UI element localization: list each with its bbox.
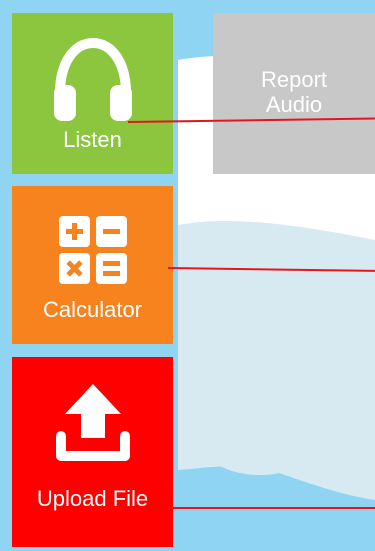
- upload-icon: [55, 384, 130, 461]
- headphones-icon: [53, 37, 132, 121]
- calculator-label: Calculator: [42, 297, 143, 322]
- upload-pointer-line: [168, 507, 375, 509]
- report-audio-label: Report Audio: [260, 67, 328, 117]
- listen-label: Listen: [63, 127, 122, 152]
- calculator-icon: [58, 216, 127, 284]
- report-audio-button[interactable]: Report Audio: [213, 13, 375, 174]
- upload-file-label: Upload File: [36, 486, 149, 511]
- listen-button[interactable]: Listen: [12, 13, 173, 174]
- upload-file-button[interactable]: Upload File: [12, 357, 173, 547]
- app-screen: Listen Report Audio Calculator Upload Fi…: [0, 0, 375, 551]
- calculator-button[interactable]: Calculator: [12, 186, 173, 344]
